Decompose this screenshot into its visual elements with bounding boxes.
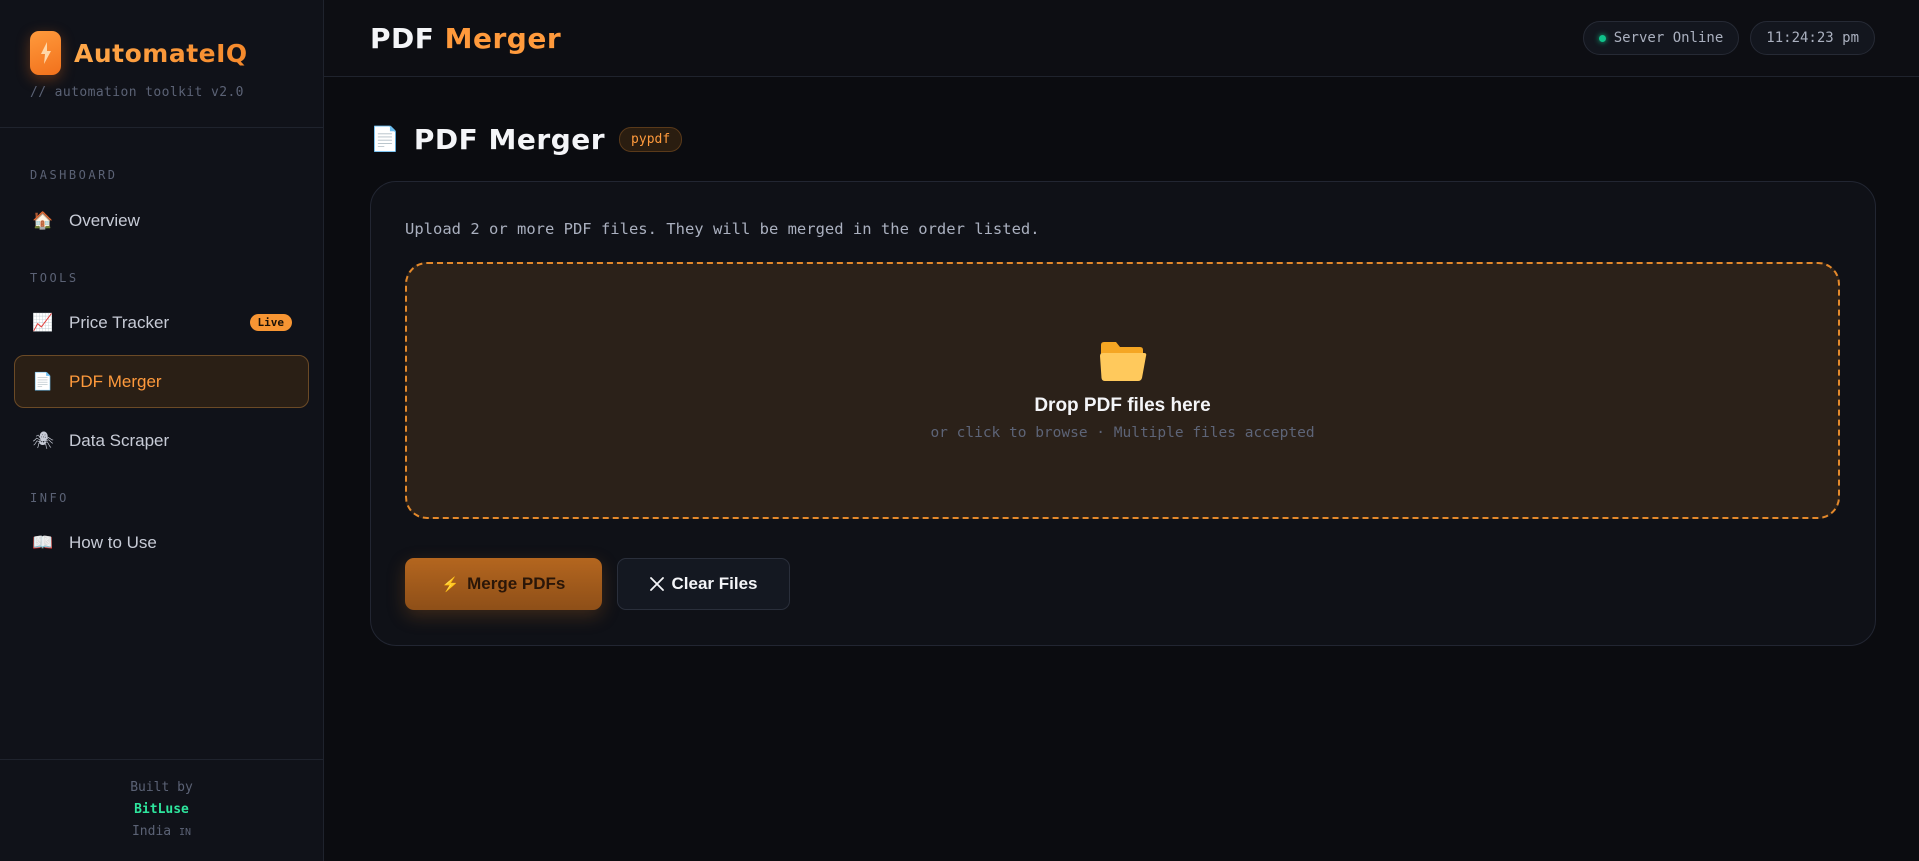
brand-subtitle: // automation toolkit v2.0 [30, 85, 244, 100]
sidebar-item-data-scraper[interactable]: 🕷 Data Scraper [14, 414, 309, 467]
sidebar-item-label: Price Tracker [69, 312, 170, 332]
document-icon: 📄 [370, 125, 400, 153]
brand-row[interactable]: AutomateIQ [30, 31, 323, 75]
topbar-title-part2: Merger [444, 21, 562, 55]
clock-text: 11:24:23 pm [1766, 30, 1859, 46]
card-description: Upload 2 or more PDF files. They will be… [405, 220, 1040, 238]
sidebar-item-how-to-use[interactable]: 📖 How to Use [14, 516, 309, 569]
location-label: India [131, 824, 172, 839]
merger-card: Upload 2 or more PDF files. They will be… [370, 181, 1876, 646]
library-tag: pypdf [619, 126, 683, 152]
topbar-title: PDF Merger [370, 22, 561, 55]
location-text: India IN [132, 821, 191, 844]
bolt-logo-icon [30, 31, 61, 75]
server-status-text: Server Online [1613, 30, 1724, 46]
sidebar-footer: Built by BitLuse India IN [0, 759, 323, 861]
clear-files-button[interactable]: Clear Files [617, 558, 790, 610]
action-buttons: ⚡ Merge PDFs Clear Files [405, 558, 790, 610]
nav-section-dashboard: DASHBOARD [30, 168, 118, 182]
nav-section-info: INFO [30, 491, 69, 505]
built-by-label: Built by [130, 780, 193, 795]
sidebar-nav: DASHBOARD 🏠 Overview TOOLS 📈 Price Track… [0, 128, 323, 759]
bolt-icon [40, 42, 51, 64]
spider-icon: 🕷 [32, 430, 54, 450]
sidebar-item-pdf-merger[interactable]: 📄 PDF Merger [14, 355, 309, 408]
nav-section-tools: TOOLS [30, 271, 79, 285]
document-icon: 📄 [32, 371, 54, 391]
sidebar-item-label: Overview [69, 210, 140, 230]
dropzone-hint: or click to browse · Multiple files acce… [930, 424, 1315, 441]
clock-pill: 11:24:23 pm [1750, 21, 1875, 55]
live-badge: Live [249, 314, 292, 331]
close-icon [649, 577, 664, 591]
topbar-right: Server Online 11:24:23 pm [1582, 21, 1875, 55]
app-root: AutomateIQ // automation toolkit v2.0 DA… [0, 0, 1919, 861]
sidebar-item-label: PDF Merger [69, 371, 162, 391]
credit-link[interactable]: BitLuse [134, 799, 189, 821]
open-folder-icon [1099, 341, 1146, 381]
brand-block: AutomateIQ // automation toolkit v2.0 [0, 0, 323, 128]
merge-pdfs-button[interactable]: ⚡ Merge PDFs [405, 558, 602, 610]
house-icon: 🏠 [32, 210, 54, 230]
topbar: PDF Merger Server Online 11:24:23 pm [324, 0, 1919, 77]
bolt-icon: ⚡ [441, 575, 460, 592]
sidebar-item-label: Data Scraper [69, 430, 170, 450]
open-book-icon: 📖 [32, 532, 54, 552]
file-dropzone[interactable]: Drop PDF files here or click to browse ·… [405, 262, 1840, 519]
status-dot-icon [1598, 34, 1606, 42]
sidebar: AutomateIQ // automation toolkit v2.0 DA… [0, 0, 324, 861]
merge-button-label: Merge PDFs [467, 574, 566, 593]
topbar-title-part1: PDF [370, 21, 435, 55]
dropzone-title: Drop PDF files here [1034, 394, 1211, 416]
page-title: PDF Merger [413, 122, 606, 156]
sidebar-item-price-tracker[interactable]: 📈 Price Tracker Live [14, 296, 309, 349]
brand-name: AutomateIQ [74, 38, 248, 68]
server-status-pill: Server Online [1582, 21, 1740, 55]
clear-button-label: Clear Files [671, 574, 758, 593]
sidebar-item-label: How to Use [69, 532, 157, 552]
main-content: PDF Merger Server Online 11:24:23 pm 📄 P… [324, 0, 1919, 861]
flag-icon: IN [178, 827, 191, 838]
page-heading: 📄 PDF Merger pypdf [370, 116, 683, 162]
sidebar-item-overview[interactable]: 🏠 Overview [14, 194, 309, 247]
chart-increasing-icon: 📈 [32, 312, 54, 332]
